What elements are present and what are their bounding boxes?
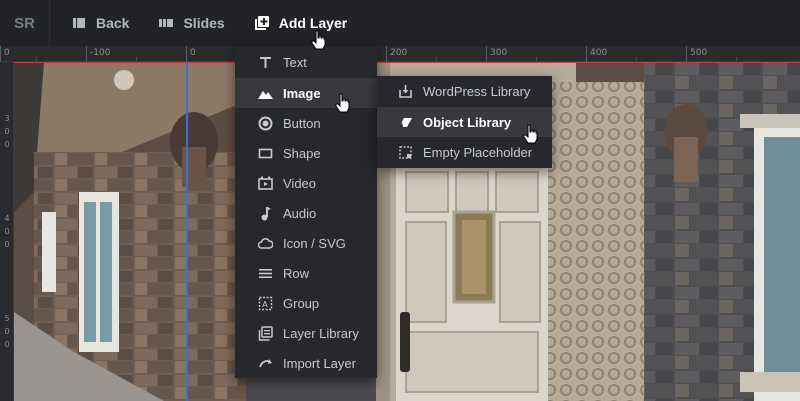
menu-item-group[interactable]: A Group xyxy=(235,288,377,318)
menu-item-label: Group xyxy=(283,295,320,311)
ruler-v-label: 300 xyxy=(4,114,10,149)
button-icon xyxy=(257,115,273,131)
image-submenu: WordPress Library Object Library Empty P… xyxy=(377,76,552,168)
ruler-v-label: 500 xyxy=(4,314,10,349)
hand-cursor-icon xyxy=(523,124,538,144)
hand-cursor-icon xyxy=(335,93,350,113)
hand-cursor-icon xyxy=(311,30,326,50)
menu-item-label: Image xyxy=(283,85,321,101)
menu-item-label: Icon / SVG xyxy=(283,235,346,251)
menu-item-audio[interactable]: Audio xyxy=(235,198,377,228)
ruler-tick: 0 xyxy=(0,46,10,62)
ruler-tick: -100 xyxy=(86,46,110,62)
menu-item-label: Text xyxy=(283,54,307,70)
ruler-tick: 200 xyxy=(386,46,407,62)
vertical-ruler[interactable]: 300 400 500 xyxy=(0,62,14,401)
slides-icon xyxy=(159,16,174,30)
ruler-tick: 300 xyxy=(486,46,507,62)
menu-item-label: Button xyxy=(283,115,321,131)
back-icon xyxy=(72,16,86,30)
top-toolbar: SR Back Slides Add Layer xyxy=(0,0,800,46)
image-icon xyxy=(257,85,273,101)
add-layer-button-label: Add Layer xyxy=(278,15,348,31)
vertical-guide-line[interactable] xyxy=(186,62,188,401)
text-icon xyxy=(257,54,273,70)
slides-button[interactable]: Slides xyxy=(129,0,225,46)
ruler-tick: 0 xyxy=(186,46,196,62)
submenu-item-label: WordPress Library xyxy=(423,84,531,99)
import-icon xyxy=(257,355,273,371)
group-icon: A xyxy=(257,295,273,311)
menu-item-label: Shape xyxy=(283,145,321,161)
svg-text:A: A xyxy=(262,300,268,309)
shape-icon xyxy=(257,145,273,161)
top-guide-line xyxy=(14,62,800,63)
menu-item-label: Layer Library xyxy=(283,325,359,341)
submenu-item-label: Empty Placeholder xyxy=(423,144,533,160)
back-button-label: Back xyxy=(96,15,130,31)
menu-item-text[interactable]: Text xyxy=(235,46,377,78)
add-layer-button[interactable]: Add Layer xyxy=(225,0,347,46)
app-logo: SR xyxy=(0,0,50,46)
menu-item-label: Row xyxy=(283,265,310,281)
menu-item-icon-svg[interactable]: Icon / SVG xyxy=(235,228,377,258)
row-icon xyxy=(257,265,273,281)
video-icon xyxy=(257,175,273,191)
ruler-v-label: 400 xyxy=(4,214,10,249)
menu-item-layer-library[interactable]: Layer Library xyxy=(235,318,377,348)
menu-item-label: Import Layer xyxy=(283,355,356,371)
slides-button-label: Slides xyxy=(183,15,225,31)
horizontal-ruler[interactable]: 0 -100 0 100 200 300 400 500 xyxy=(0,46,800,62)
menu-item-shape[interactable]: Shape xyxy=(235,138,377,168)
menu-item-image[interactable]: Image xyxy=(235,78,377,108)
menu-item-import-layer[interactable]: Import Layer xyxy=(235,348,377,378)
layer-library-icon xyxy=(257,325,273,341)
audio-icon xyxy=(257,205,273,221)
ruler-tick: 500 xyxy=(686,46,707,62)
submenu-item-label: Object Library xyxy=(423,114,512,130)
ruler-tick: 400 xyxy=(586,46,607,62)
wordpress-library-icon xyxy=(397,84,413,100)
add-layer-menu: Text Image Button Shape Video Audio Icon… xyxy=(235,46,377,378)
back-button[interactable]: Back xyxy=(50,0,129,46)
placeholder-icon xyxy=(397,144,413,160)
add-layer-icon xyxy=(254,16,269,30)
menu-item-label: Video xyxy=(283,175,317,191)
object-library-icon xyxy=(397,114,413,130)
cloud-icon xyxy=(257,235,273,251)
menu-item-label: Audio xyxy=(283,205,317,221)
menu-item-row[interactable]: Row xyxy=(235,258,377,288)
menu-item-button[interactable]: Button xyxy=(235,108,377,138)
submenu-item-wordpress-library[interactable]: WordPress Library xyxy=(377,76,552,107)
menu-item-video[interactable]: Video xyxy=(235,168,377,198)
